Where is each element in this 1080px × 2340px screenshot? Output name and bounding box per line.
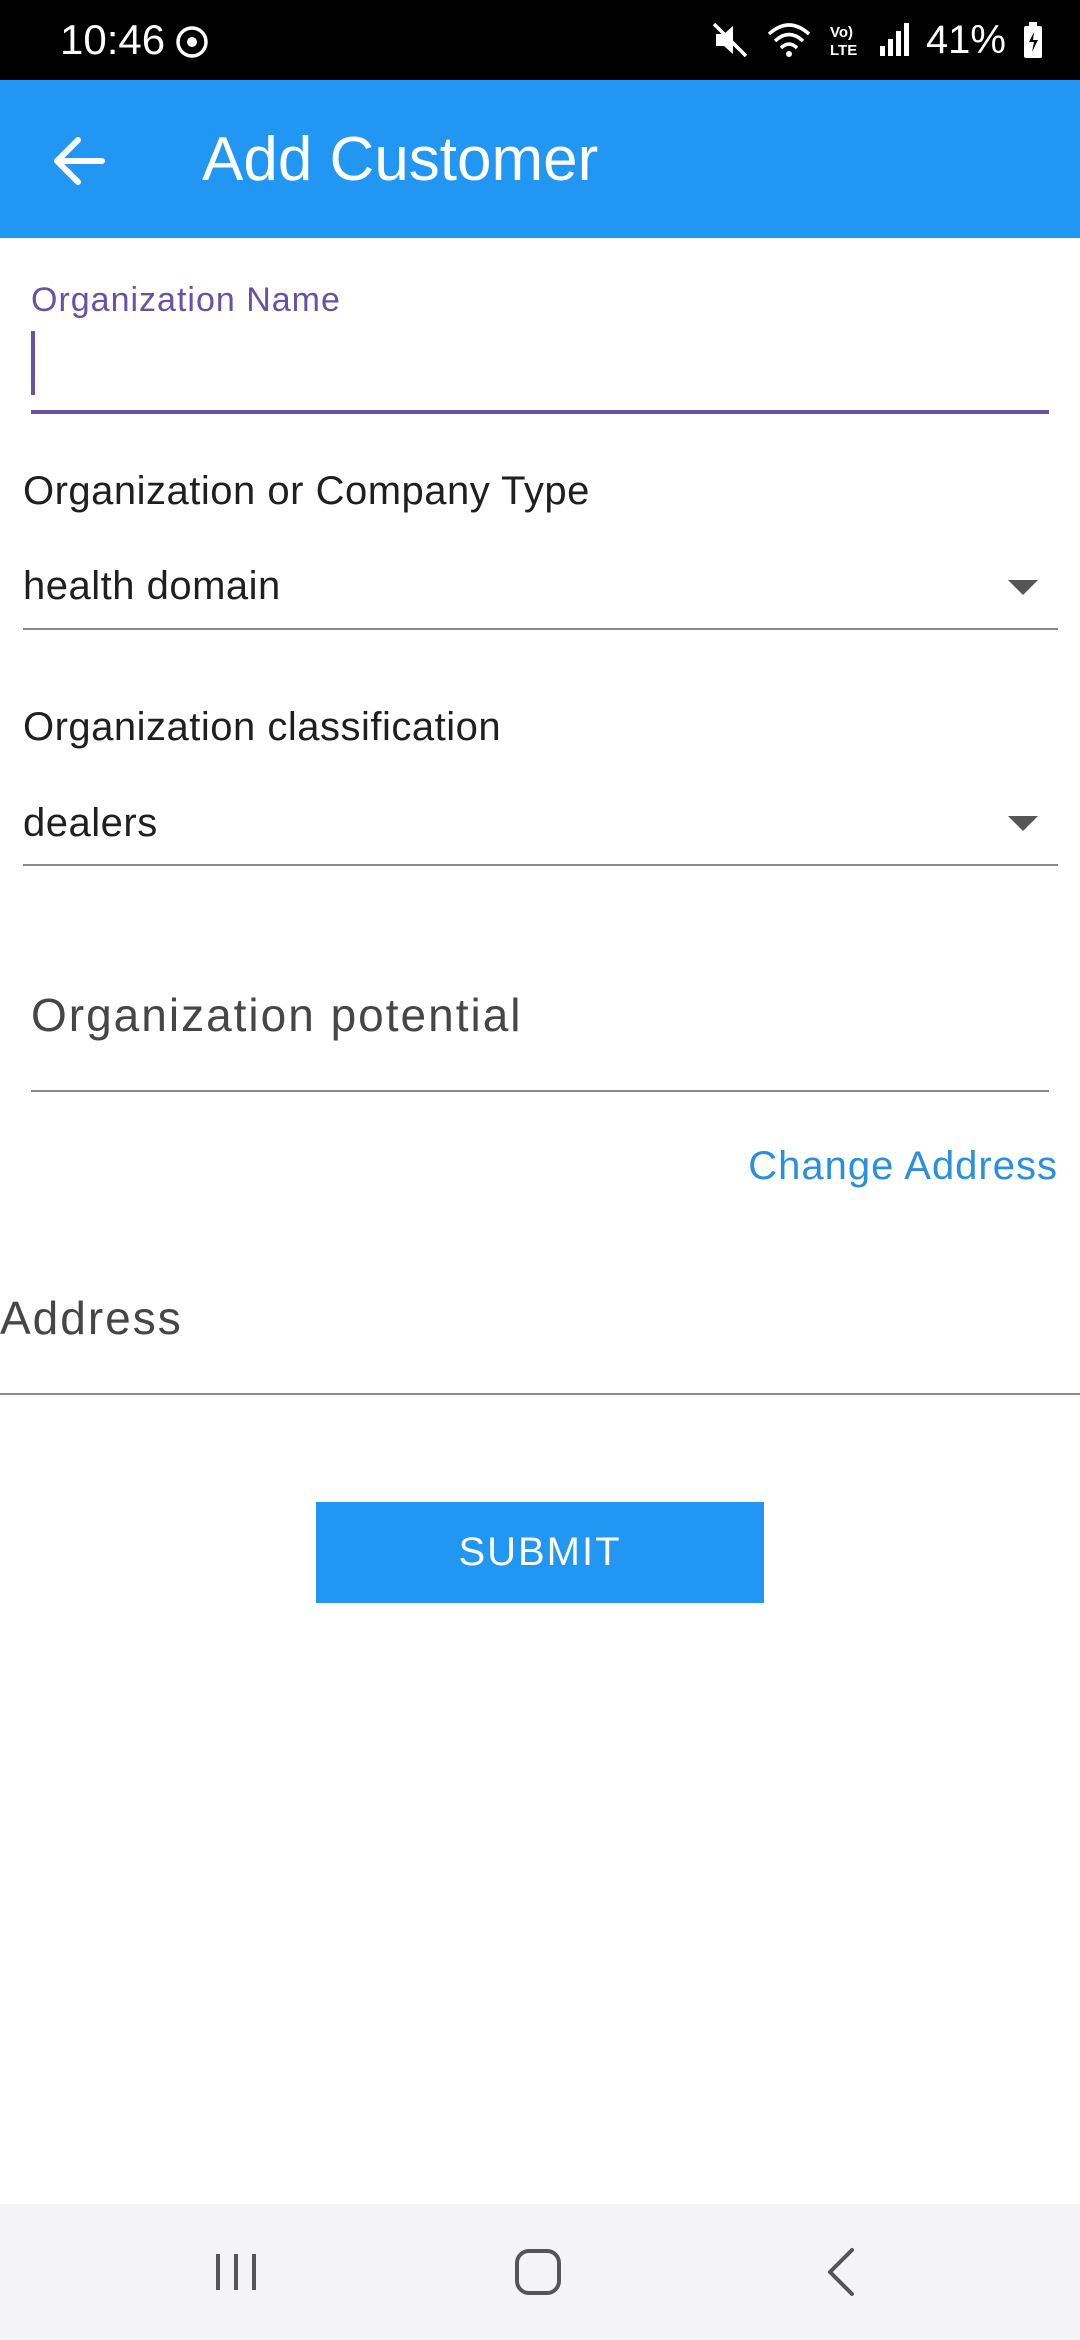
status-time: 10:46 — [60, 16, 166, 63]
page-title: Add Customer — [202, 125, 599, 194]
mute-icon — [712, 22, 748, 58]
org-classification-underline — [23, 864, 1058, 866]
signal-icon — [879, 23, 909, 56]
svg-text:Vo): Vo) — [830, 24, 853, 41]
volte-icon: Vo) LTE — [830, 24, 857, 59]
org-type-selected: health domain — [23, 564, 281, 608]
submit-button[interactable]: SUBMIT — [316, 1502, 764, 1603]
chevron-down-icon — [1008, 580, 1038, 595]
sync-icon — [176, 26, 208, 58]
battery-percent: 41% — [925, 18, 1006, 62]
status-bar: 10:46 Vo) LTE 41% — [0, 0, 1080, 80]
org-potential-underline — [31, 1090, 1049, 1092]
org-name-underline — [31, 410, 1049, 414]
org-type-label: Organization or Company Type — [23, 469, 590, 513]
chevron-down-icon — [1008, 816, 1038, 831]
change-address-link[interactable]: Change Address — [748, 1142, 1058, 1190]
arrow-left-icon[interactable] — [44, 126, 114, 196]
system-nav-bar — [0, 2204, 1080, 2340]
address-underline — [0, 1393, 1080, 1395]
wifi-icon — [767, 23, 811, 57]
org-type-underline — [23, 628, 1058, 630]
home-icon[interactable] — [508, 2242, 568, 2302]
text-caret — [31, 331, 35, 395]
org-potential-placeholder: Organization potential — [31, 989, 523, 1041]
org-classification-selected: dealers — [23, 801, 158, 845]
org-classification-label: Organization classification — [23, 705, 502, 749]
svg-text:LTE: LTE — [830, 42, 857, 59]
org-name-label: Organization Name — [31, 281, 341, 319]
recent-apps-icon[interactable] — [206, 2242, 266, 2302]
back-icon[interactable] — [812, 2242, 872, 2302]
battery-icon — [1024, 22, 1042, 58]
address-placeholder: Address — [0, 1292, 183, 1344]
status-icons: Vo) LTE 41% — [710, 14, 1044, 66]
app-bar: Add Customer — [0, 80, 1080, 238]
